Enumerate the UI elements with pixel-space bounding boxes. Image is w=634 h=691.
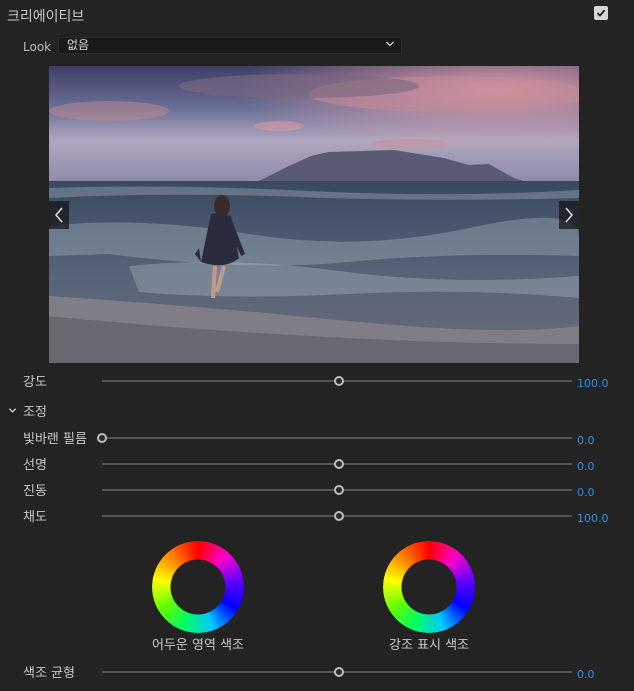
panel-title: 크리에이티브 [7, 9, 85, 25]
tint-balance-slider-thumb[interactable] [334, 667, 344, 677]
vibrance-value[interactable]: 0.0 [577, 486, 595, 499]
highlight-tint-color-wheel[interactable] [383, 541, 475, 633]
sharpen-slider-thumb[interactable] [334, 459, 344, 469]
previous-look-button[interactable] [49, 201, 69, 229]
look-dropdown[interactable]: 없음 [58, 37, 402, 54]
faded-film-slider-track[interactable] [102, 437, 572, 439]
intensity-value[interactable]: 100.0 [577, 377, 609, 390]
saturation-slider-thumb[interactable] [334, 511, 344, 521]
saturation-label: 채도 [23, 510, 47, 525]
tint-balance-label: 색조 균형 [23, 666, 75, 681]
chevron-down-icon [8, 408, 17, 413]
sharpen-value[interactable]: 0.0 [577, 460, 595, 473]
chevron-right-icon [565, 207, 573, 223]
adjustments-section-header[interactable]: 조정 [8, 401, 47, 420]
faded-film-value[interactable]: 0.0 [577, 434, 595, 447]
look-selected-value: 없음 [67, 38, 90, 52]
shadow-tint-color-wheel[interactable] [152, 541, 244, 633]
look-label: Look [23, 40, 52, 54]
checkmark-icon [596, 9, 606, 17]
intensity-label: 강도 [23, 375, 47, 390]
next-look-button[interactable] [559, 201, 579, 229]
tint-balance-value[interactable]: 0.0 [577, 668, 595, 681]
highlight-tint-label: 강조 표시 색조 [388, 638, 470, 653]
intensity-slider-thumb[interactable] [334, 376, 344, 386]
shadow-tint-label: 어두운 영역 색조 [152, 638, 244, 653]
vibrance-slider-thumb[interactable] [334, 485, 344, 495]
faded-film-label: 빛바랜 필름 [23, 432, 87, 447]
enable-checkbox[interactable] [594, 6, 608, 20]
look-preview-image [49, 66, 579, 363]
beach-photo [49, 66, 579, 363]
chevron-left-icon [55, 207, 63, 223]
vibrance-label: 진동 [23, 484, 47, 499]
sharpen-label: 선명 [23, 458, 47, 473]
adjustments-label: 조정 [23, 405, 47, 420]
chevron-down-icon [386, 41, 394, 47]
faded-film-slider-thumb[interactable] [97, 433, 107, 443]
saturation-value[interactable]: 100.0 [577, 512, 609, 525]
